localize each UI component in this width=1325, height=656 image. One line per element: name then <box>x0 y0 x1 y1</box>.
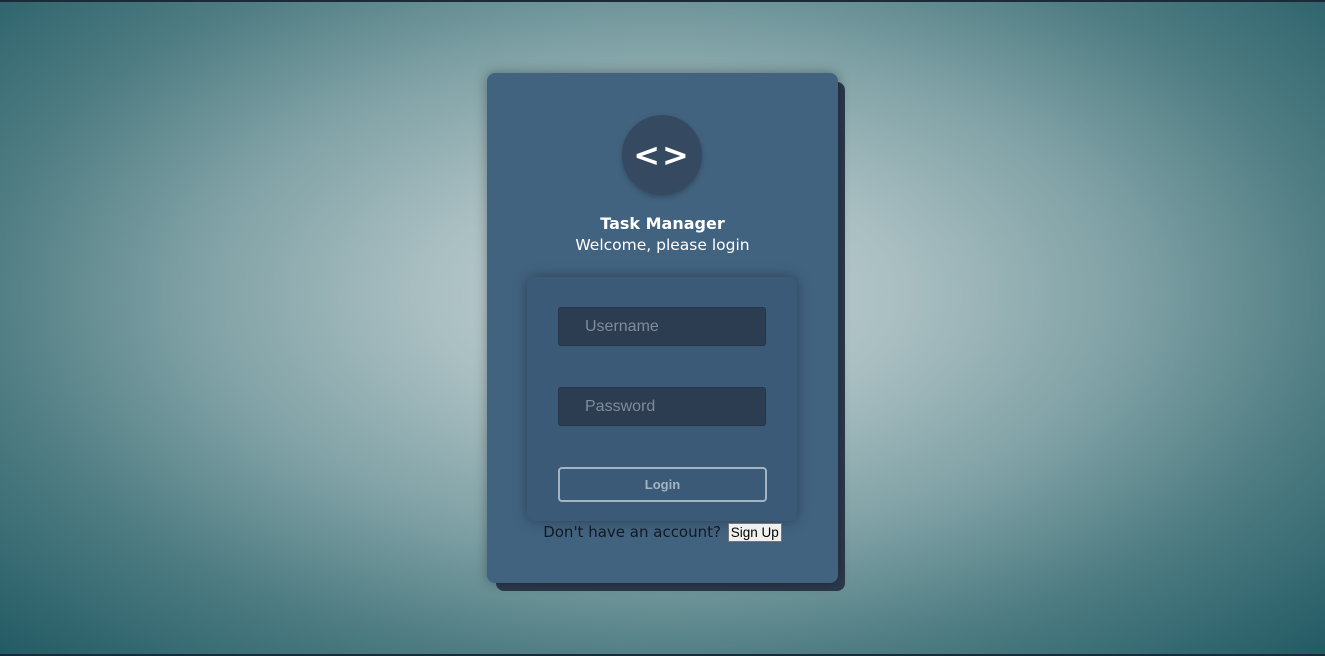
login-button[interactable]: Login <box>558 467 767 502</box>
signup-button[interactable]: Sign Up <box>727 523 782 542</box>
code-logo-icon: <> <box>622 115 702 195</box>
welcome-subtitle: Welcome, please login <box>575 236 750 254</box>
username-input[interactable] <box>558 307 766 346</box>
signup-prompt: Don't have an account? <box>543 523 721 541</box>
login-form: Login <box>527 277 797 521</box>
top-border <box>0 0 1325 2</box>
password-input[interactable] <box>558 387 766 426</box>
signup-row: Don't have an account? Sign Up <box>487 523 838 542</box>
app-title: Task Manager <box>600 214 725 233</box>
login-card: <> Task Manager Welcome, please login Lo… <box>487 73 838 583</box>
